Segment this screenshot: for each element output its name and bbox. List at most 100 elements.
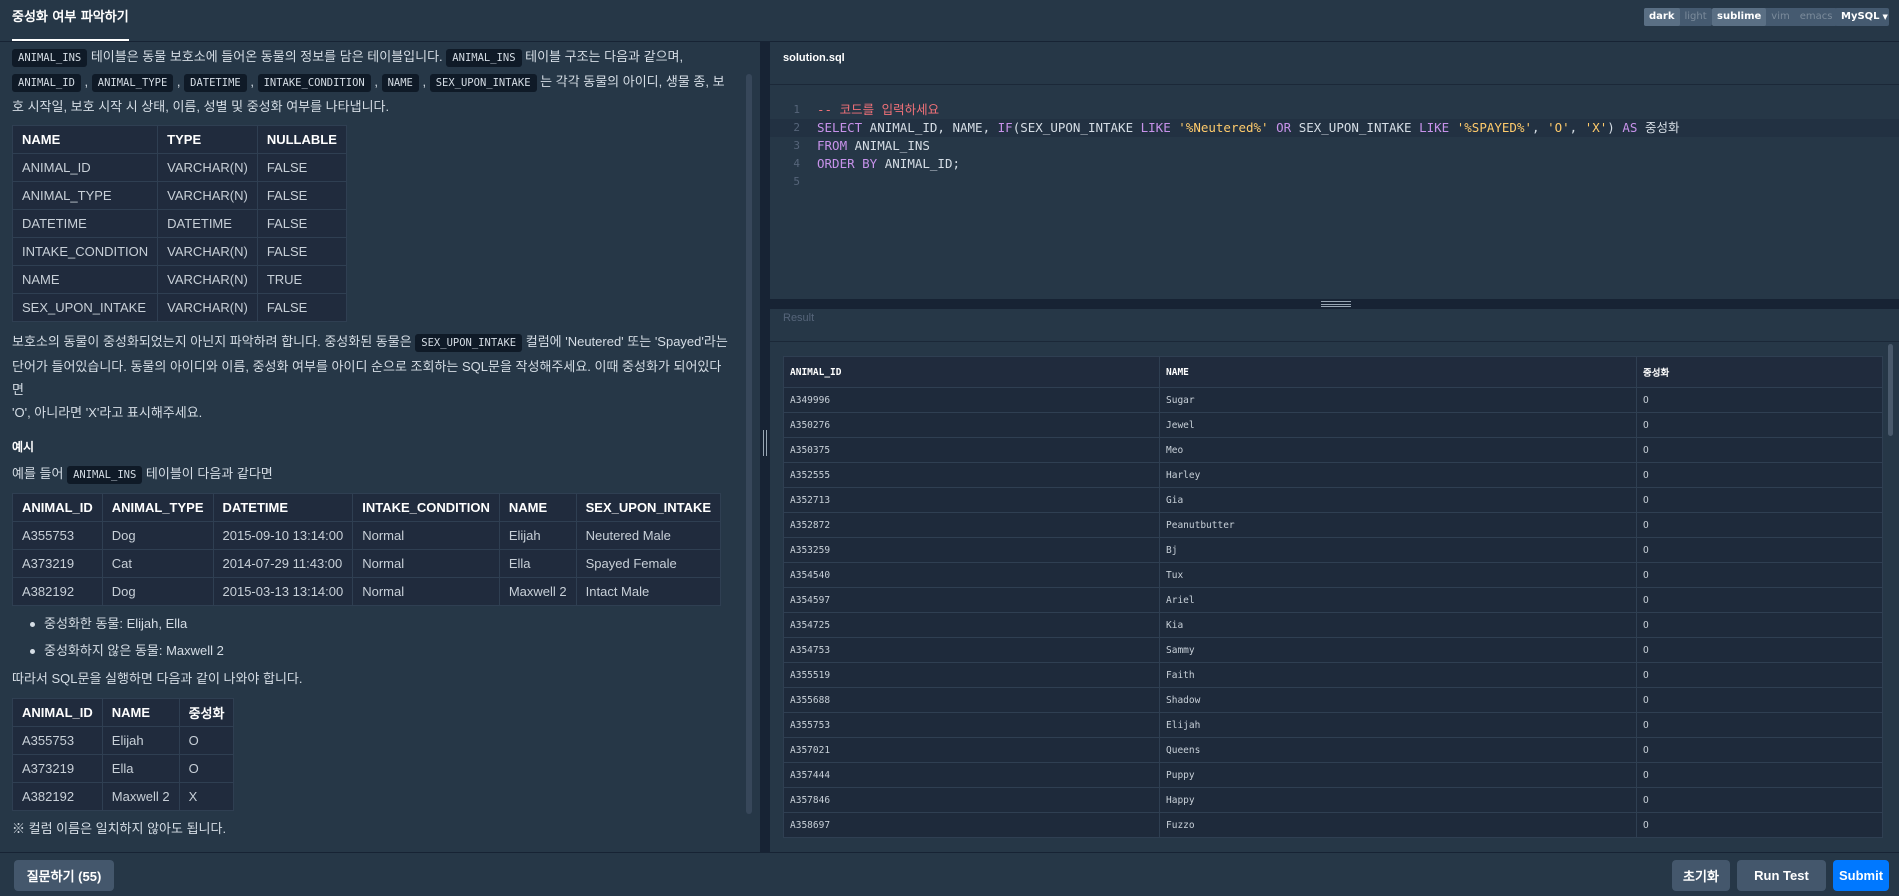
splitter-handle-icon[interactable]: [1321, 301, 1351, 307]
result-cell: O: [1636, 662, 1883, 688]
keymap-vim-option[interactable]: vim: [1766, 8, 1794, 26]
result-table: ANIMAL_ID NAME 중성화 A349996 Sugar O A350276 J…: [783, 356, 1883, 838]
result-label: Result: [783, 312, 815, 324]
result-row: A355688 Shadow O: [783, 687, 1883, 713]
code-line[interactable]: 3 FROM ANIMAL_INS: [770, 137, 1899, 155]
language-select[interactable]: MySQL ▼: [1835, 8, 1889, 26]
theme-toggle[interactable]: dark light: [1644, 8, 1712, 26]
table-cell: Maxwell 2: [101, 782, 180, 811]
task-text: 컬럼에 'Neutered' 또는 'Spayed'라는: [525, 334, 728, 349]
code-editor[interactable]: solution.sql 1 -- 코드를 입력하세요 2 SELECT ANIMA…: [770, 42, 1899, 299]
table-header: ANIMAL_ID: [12, 493, 103, 522]
table-cell: Normal: [352, 549, 500, 578]
code-text[interactable]: ORDER BY ANIMAL_ID;: [817, 155, 960, 173]
result-row: A355519 Faith O: [783, 662, 1883, 688]
table-header: NULLABLE: [256, 125, 347, 154]
keymap-toggle[interactable]: sublime vim emacs: [1712, 8, 1838, 26]
problem-description-panel[interactable]: ANIMAL_INS 테이블은 동물 보호소에 들어온 동물의 정보를 담은 테…: [0, 42, 760, 852]
table-cell: FALSE: [256, 293, 347, 322]
result-row: A352555 Harley O: [783, 462, 1883, 488]
code-text[interactable]: FROM ANIMAL_INS: [817, 137, 930, 155]
example-lead: 예를 들어 ANIMAL_INS 테이블이 다음과 같다면: [12, 462, 732, 487]
code-inline: ANIMAL_INS: [446, 49, 522, 67]
result-cell: O: [1636, 812, 1883, 838]
code-line[interactable]: 4 ORDER BY ANIMAL_ID;: [770, 155, 1899, 173]
result-cell: O: [1636, 587, 1883, 613]
result-cell: Bj: [1159, 537, 1637, 563]
table-cell: VARCHAR(N): [157, 153, 258, 182]
code-text[interactable]: SELECT ANIMAL_ID, NAME, IF(SEX_UPON_INTA…: [817, 119, 1679, 137]
result-cell: A350276: [783, 412, 1160, 438]
table-cell: ANIMAL_ID: [11, 153, 159, 182]
table-cell: Normal: [352, 521, 500, 550]
code-text[interactable]: -- 코드를 입력하세요: [817, 101, 939, 119]
intro-text: 는 각각 동물의 아이디, 생물 종, 보: [540, 74, 725, 89]
result-cell: A354753: [783, 637, 1160, 663]
result-cell: O: [1636, 512, 1883, 538]
table-cell: VARCHAR(N): [157, 265, 258, 294]
table-cell: O: [178, 726, 235, 755]
result-row: A349996 Sugar O: [783, 387, 1883, 413]
ask-question-button[interactable]: 질문하기 (55): [14, 860, 114, 891]
table-cell: Maxwell 2: [498, 577, 577, 606]
keymap-sublime-option[interactable]: sublime: [1712, 8, 1767, 26]
left-scrollbar[interactable]: [746, 74, 752, 814]
table-row: SEX_UPON_INTAKE VARCHAR(N) FALSE: [11, 293, 347, 322]
table-cell: Dog: [101, 521, 214, 550]
result-row: A354725 Kia O: [783, 612, 1883, 638]
result-cell: A354540: [783, 562, 1160, 588]
result-row: A352872 Peanutbutter O: [783, 512, 1883, 538]
table-header: NAME: [11, 125, 159, 154]
table-cell: A382192: [12, 782, 103, 811]
table-cell: SEX_UPON_INTAKE: [11, 293, 159, 322]
table-cell: A373219: [12, 549, 103, 578]
code-inline: DATETIME: [184, 74, 247, 92]
example-after-text: 따라서 SQL문을 실행하면 다음과 같이 나와야 합니다.: [12, 671, 303, 686]
table-cell: O: [178, 754, 235, 783]
language-label: MySQL: [1841, 11, 1880, 22]
table-cell: NAME: [11, 265, 159, 294]
result-cell: O: [1636, 412, 1883, 438]
result-cell: A352555: [783, 462, 1160, 488]
top-bar: 중성화 여부 파악하기 dark light sublime vim emacs…: [0, 0, 1899, 42]
code-inline: SEX_UPON_INTAKE: [415, 334, 523, 352]
result-cell: Jewel: [1159, 412, 1637, 438]
example-bullet-list: 중성화한 동물: Elijah, Ella 중성화하지 않은 동물: Maxwe…: [12, 610, 732, 664]
theme-dark-option[interactable]: dark: [1644, 8, 1680, 26]
submit-button[interactable]: Submit: [1833, 860, 1889, 891]
code-line[interactable]: 2 SELECT ANIMAL_ID, NAME, IF(SEX_UPON_INT…: [770, 119, 1899, 137]
task-paragraph: 보호소의 동물이 중성화되었는지 아닌지 파악하려 합니다. 중성화된 동물은 …: [12, 330, 732, 424]
result-cell: A352713: [783, 487, 1160, 513]
reset-button[interactable]: 초기화: [1672, 860, 1730, 891]
problem-tab-title[interactable]: 중성화 여부 파악하기: [12, 0, 129, 42]
result-cell: A349996: [783, 387, 1160, 413]
run-test-button[interactable]: Run Test: [1737, 860, 1826, 891]
result-header: 중성화: [1636, 356, 1883, 388]
list-item: 중성화한 동물: Elijah, Ella: [30, 610, 732, 637]
table-row: NAME VARCHAR(N) TRUE: [11, 265, 347, 294]
schema-table: NAME TYPE NULLABLE ANIMAL_ID VARCHAR(N) FA…: [11, 125, 347, 322]
result-cell: A357021: [783, 737, 1160, 763]
result-cell: Faith: [1159, 662, 1637, 688]
code-line[interactable]: 5: [770, 173, 1899, 191]
code-line[interactable]: 1 -- 코드를 입력하세요: [770, 101, 1899, 119]
code-lines[interactable]: 1 -- 코드를 입력하세요 2 SELECT ANIMAL_ID, NAME, I…: [770, 101, 1899, 191]
table-cell: VARCHAR(N): [157, 293, 258, 322]
task-text: 단어가 들어있습니다. 동물의 아이디와 이름, 중성화 여부를 아이디 순으로…: [12, 359, 722, 397]
table-cell: DATETIME: [157, 209, 258, 238]
result-cell: O: [1636, 612, 1883, 638]
column-note: ※ 컬럼 이름은 일치하지 않아도 됩니다.: [12, 821, 227, 836]
keymap-emacs-option[interactable]: emacs: [1795, 8, 1838, 26]
splitter-handle-icon[interactable]: [760, 430, 770, 460]
table-cell: A355753: [12, 521, 103, 550]
code-inline: ANIMAL_TYPE: [91, 74, 174, 92]
table-cell: FALSE: [256, 237, 347, 266]
table-header: TYPE: [157, 125, 258, 154]
theme-light-option[interactable]: light: [1680, 8, 1712, 26]
result-row: A355753 Elijah O: [783, 712, 1883, 738]
result-cell: A355688: [783, 687, 1160, 713]
line-number: 4: [793, 157, 800, 170]
file-name: solution.sql: [783, 52, 845, 64]
intro-paragraph: ANIMAL_INS 테이블은 동물 보호소에 들어온 동물의 정보를 담은 테…: [12, 49, 725, 114]
result-scrollbar[interactable]: [1888, 344, 1893, 436]
